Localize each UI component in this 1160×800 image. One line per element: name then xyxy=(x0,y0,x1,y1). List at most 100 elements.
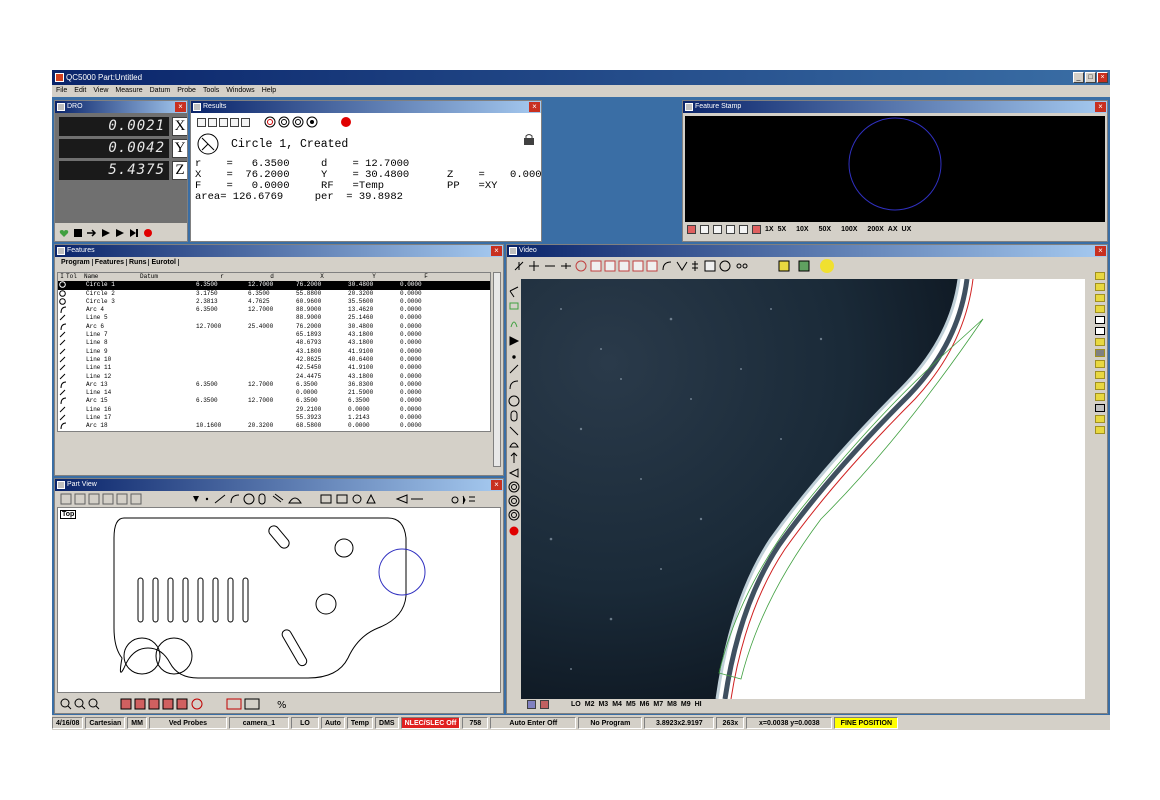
image-icon[interactable] xyxy=(540,700,549,709)
new-icon[interactable] xyxy=(197,117,206,127)
column-header[interactable]: F xyxy=(400,273,452,281)
zoom-10x[interactable]: 10X xyxy=(796,226,808,233)
table-row[interactable]: Arc 6 12.7000 25.4000 76.2000 30.4800 0.0000 xyxy=(58,323,490,331)
tab-features[interactable]: Features xyxy=(93,259,127,266)
column-header[interactable]: X xyxy=(296,273,348,281)
status-coords[interactable]: Cartesian xyxy=(85,716,126,729)
table-row[interactable]: Arc 13 6.3500 12.7000 6.3500 36.8300 0.0000 xyxy=(58,381,490,389)
part-view-bottom-toolbar[interactable]: % xyxy=(59,697,319,711)
features-scrollbar[interactable] xyxy=(493,272,501,467)
dro-z-axis-button[interactable]: Z xyxy=(172,161,187,180)
column-header[interactable]: Y xyxy=(348,273,400,281)
print-icon[interactable] xyxy=(241,117,250,127)
zoom-hi[interactable]: HI xyxy=(695,701,702,708)
zoom-lo[interactable]: LO xyxy=(571,701,581,708)
status-auto-enter[interactable]: Auto Enter Off xyxy=(490,716,577,729)
step-icon[interactable] xyxy=(115,228,125,238)
video-tool-icon[interactable] xyxy=(1095,382,1105,390)
column-header[interactable]: r xyxy=(196,273,248,281)
video-tool-icon[interactable] xyxy=(1095,371,1105,379)
video-tool-icon[interactable] xyxy=(1095,360,1105,368)
menu-tools[interactable]: Tools xyxy=(203,85,219,97)
table-row[interactable]: Circle 1 6.3500 12.7000 76.2000 30.4800 0.000… xyxy=(58,281,490,290)
save-as-icon[interactable] xyxy=(230,117,239,127)
dro-x-axis-button[interactable]: X xyxy=(172,117,187,136)
video-tool-icon[interactable] xyxy=(1095,415,1105,423)
status-dms[interactable]: DMS xyxy=(375,716,399,729)
table-row[interactable]: Arc 18 10.1600 20.3200 68.5800 0.0000 0.0000 xyxy=(58,422,490,430)
results-close-button[interactable]: × xyxy=(529,102,540,112)
table-row[interactable]: Line 7 65.1893 43.1800 0.0000 xyxy=(58,331,490,339)
stamp-tool-icon[interactable] xyxy=(687,225,696,234)
column-header[interactable]: d xyxy=(248,273,296,281)
features-close-button[interactable]: × xyxy=(491,246,502,256)
video-close-button[interactable]: × xyxy=(1095,246,1106,256)
zoom-ax[interactable]: AX xyxy=(888,226,898,233)
menu-windows[interactable]: Windows xyxy=(226,85,254,97)
table-row[interactable]: Line 9 43.1800 41.9100 0.0000 xyxy=(58,348,490,356)
status-lo[interactable]: LO xyxy=(290,716,319,729)
column-header[interactable]: Name xyxy=(84,273,140,281)
status-nlec[interactable]: NLEC/SLEC Off xyxy=(400,716,461,729)
open-icon[interactable] xyxy=(208,117,217,127)
menu-edit[interactable]: Edit xyxy=(74,85,86,97)
column-header[interactable]: I xyxy=(58,273,66,281)
stamp-tool-icon[interactable] xyxy=(713,225,722,234)
text-tool-icon[interactable] xyxy=(1095,316,1105,324)
stamp-tool-icon[interactable] xyxy=(752,225,761,234)
feature-stamp-close-button[interactable]: × xyxy=(1095,102,1106,112)
video-tool-icon[interactable] xyxy=(1095,305,1105,313)
part-view-close-button[interactable]: × xyxy=(491,480,502,490)
minimize-button[interactable]: _ xyxy=(1073,72,1084,83)
save-icon[interactable] xyxy=(219,117,228,127)
close-button[interactable]: × xyxy=(1097,72,1108,83)
video-tool-icon[interactable] xyxy=(1095,272,1105,280)
zoom-m5[interactable]: M5 xyxy=(626,701,636,708)
table-row[interactable]: Line 16 29.2100 0.0000 0.0000 xyxy=(58,406,490,414)
table-row[interactable]: Line 5 88.9000 25.1460 0.0000 xyxy=(58,314,490,322)
video-toolbar[interactable] xyxy=(511,258,851,274)
tab-eurotol[interactable]: Eurotol xyxy=(149,259,179,266)
zoom-m6[interactable]: M6 xyxy=(640,701,650,708)
image-tool-icon[interactable] xyxy=(1095,349,1105,357)
stamp-tool-icon[interactable] xyxy=(700,225,709,234)
menu-view[interactable]: View xyxy=(93,85,108,97)
status-temp[interactable]: Temp xyxy=(346,716,374,729)
zoom-m7[interactable]: M7 xyxy=(653,701,663,708)
column-header[interactable]: Datum xyxy=(140,273,196,281)
table-row[interactable]: Line 11 42.5450 41.9100 0.0000 xyxy=(58,364,490,372)
table-row[interactable]: Circle 3 2.3813 4.7625 60.9600 35.5600 0.0000 xyxy=(58,298,490,306)
stop-icon[interactable] xyxy=(73,228,83,238)
record-icon[interactable] xyxy=(143,228,153,238)
table-row[interactable]: Line 17 55.3923 1.2143 0.0000 xyxy=(58,414,490,422)
zoom-1x[interactable]: 1X xyxy=(765,226,774,233)
zoom-m9[interactable]: M9 xyxy=(681,701,691,708)
save-icon[interactable] xyxy=(1095,404,1105,412)
status-probe[interactable]: Ved Probes xyxy=(148,716,227,729)
heart-icon[interactable] xyxy=(59,228,69,238)
zoom-m2[interactable]: M2 xyxy=(585,701,595,708)
column-header[interactable]: Tol xyxy=(66,273,84,281)
video-tool-icon[interactable] xyxy=(1095,294,1105,302)
table-row[interactable]: Circle 2 3.1750 6.3500 55.8800 20.3200 0.0000 xyxy=(58,290,490,298)
lock-icon[interactable] xyxy=(523,133,535,145)
table-row[interactable]: Line 10 42.8625 40.6400 0.0000 xyxy=(58,356,490,364)
step-end-icon[interactable] xyxy=(129,228,139,238)
menu-measure[interactable]: Measure xyxy=(115,85,142,97)
menu-probe[interactable]: Probe xyxy=(177,85,196,97)
zoom-5x[interactable]: 5X xyxy=(778,226,787,233)
video-tool-icon[interactable] xyxy=(1095,426,1105,434)
measure-tools-icons[interactable] xyxy=(507,285,521,545)
arrow-right-icon[interactable] xyxy=(87,228,97,238)
zoom-100x[interactable]: 100X xyxy=(841,226,857,233)
video-tool-icon[interactable] xyxy=(1095,338,1105,346)
tab-program[interactable]: Program xyxy=(59,259,93,266)
part-view-toolbar[interactable] xyxy=(59,492,499,506)
play-icon[interactable] xyxy=(101,228,111,238)
table-row[interactable]: Line 8 48.6793 43.1800 0.0000 xyxy=(58,339,490,347)
zoom-m8[interactable]: M8 xyxy=(667,701,677,708)
dro-y-axis-button[interactable]: Y xyxy=(172,139,187,158)
table-row[interactable]: Line 12 24.4475 43.1800 0.0000 xyxy=(58,373,490,381)
table-row[interactable]: Line 14 0.0000 21.5900 0.0000 xyxy=(58,389,490,397)
video-feed[interactable] xyxy=(521,279,1085,699)
